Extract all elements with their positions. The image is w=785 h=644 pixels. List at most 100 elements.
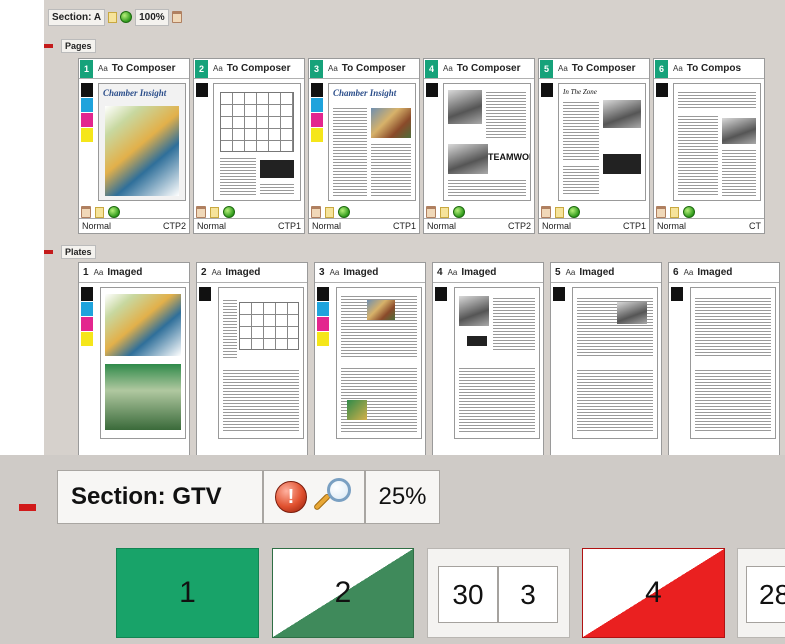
page-tile-half-green[interactable]: 2 [272,548,414,638]
page-mode: Normal [82,221,112,231]
plates-label: Plates [61,245,96,259]
trash-icon[interactable] [311,206,321,218]
plate-card[interactable]: 3 Aa Imaged [314,262,426,455]
page-status: To Composer [456,63,521,74]
page-card[interactable]: 1 Aa To Composer Chamber Insight Normal CTP… [78,58,190,234]
approve-icon[interactable] [108,206,120,218]
page-card[interactable]: 5 Aa To Composer In The Zone Normal CTP1 [538,58,650,234]
text-layer-icon: Aa [443,64,453,73]
plate-number: 4 [437,267,443,278]
page-status: To Composer [226,63,291,74]
tile-cell-left[interactable]: 28 [746,566,785,623]
tile-cell-left[interactable]: 30 [438,566,498,623]
page-number: 2 [195,59,208,78]
page-thumbnail[interactable]: Chamber Insight [98,83,186,201]
plate-card[interactable]: 1 Aa Imaged [78,262,190,455]
tile-cell-right[interactable]: 3 [498,566,558,623]
page-card[interactable]: 2 Aa To Composer Normal CTP1 [193,58,305,234]
approve-icon[interactable] [683,206,695,218]
page-number: 4 [425,59,438,78]
plate-status: Imaged [107,267,143,278]
warning-icon[interactable]: ! [275,481,307,513]
trash-icon[interactable] [196,206,206,218]
approve-icon[interactable] [453,206,465,218]
trash-icon[interactable] [81,206,91,218]
page-thumbnail[interactable]: In The Zone [558,83,646,201]
approve-icon[interactable] [568,206,580,218]
collapse-pages-icon[interactable] [44,44,53,48]
trash-icon[interactable] [541,206,551,218]
page-icon[interactable] [440,206,449,218]
approve-icon[interactable] [338,206,350,218]
pages-group-header[interactable]: Pages [44,38,96,54]
magnifier-icon[interactable] [311,476,353,518]
page-tile-pair-partial[interactable]: 28 [737,548,785,638]
page-tile-green[interactable]: 1 [116,548,259,638]
zoom-level[interactable]: 25% [365,470,440,524]
page-icon[interactable] [325,206,334,218]
approve-icon[interactable] [120,11,133,23]
section-label-a[interactable]: Section: A [48,8,106,26]
section-tiles-panel: Section: GTV ! 25% 1 2 30 3 4 28 [0,455,785,644]
text-layer-icon: Aa [673,64,683,73]
collapse-plates-icon[interactable] [44,250,53,254]
trash-icon[interactable] [171,11,182,23]
page-icon[interactable] [95,206,104,218]
zoom-level[interactable]: 100% [135,8,169,26]
thumbnail-headline: TEAMWORK [488,152,530,162]
section-toolbar: Section: A 100% [48,8,182,26]
plate-card[interactable]: 2 Aa Imaged [196,262,308,455]
text-layer-icon: Aa [683,268,694,277]
plate-thumbnail[interactable] [572,287,658,439]
plate-thumbnail[interactable] [336,287,422,439]
pages-label: Pages [61,39,96,53]
thumbnail-masthead: Chamber Insight [333,88,397,98]
page-thumbnail[interactable]: TEAMWORK [443,83,531,201]
text-layer-icon: Aa [565,268,576,277]
trash-icon[interactable] [656,206,666,218]
page-thumbnail[interactable] [213,83,301,201]
trash-icon[interactable] [426,206,436,218]
page-status: To Composer [111,63,176,74]
page-status: To Compos [686,63,742,74]
page-card[interactable]: 6 Aa To Compos Normal CT [653,58,765,234]
plate-thumbnail[interactable] [100,287,186,439]
text-layer-icon: Aa [447,268,458,277]
plate-card[interactable]: 4 Aa Imaged [432,262,544,455]
page-thumbnail[interactable]: Chamber Insight [328,83,416,201]
approve-icon[interactable] [223,206,235,218]
page-actions [426,206,465,218]
page-tile-half-red[interactable]: 4 [582,548,725,638]
plates-row: 1 Aa Imaged 2 Aa Imaged 3 Aa Imaged 4 Aa… [78,262,785,455]
color-separations [196,83,208,98]
plate-status: Imaged [461,267,497,278]
plates-group-header[interactable]: Plates [44,244,96,260]
page-mode: Normal [657,221,687,231]
text-layer-icon: Aa [328,64,338,73]
tile-label: 4 [645,576,662,609]
page-tile-pair[interactable]: 30 3 [427,548,570,638]
page-card[interactable]: 4 AaTo Composer TEAMWORK Normal CTP2 [423,58,535,234]
page-actions [656,206,695,218]
plate-card[interactable]: 5 Aa Imaged [550,262,662,455]
plate-number: 6 [673,267,679,278]
color-separations [317,287,329,347]
page-icon[interactable] [108,11,118,23]
page-card[interactable]: 3 Aa To Composer Chamber Insight Normal CTP… [308,58,420,234]
thumbnail-masthead: In The Zone [563,88,597,96]
section-title[interactable]: Section: GTV [57,470,263,524]
page-thumbnail[interactable] [673,83,761,201]
page-actions [81,206,120,218]
plate-thumbnail[interactable] [218,287,304,439]
pages-row: 1 Aa To Composer Chamber Insight Normal CTP… [78,58,785,234]
text-layer-icon: Aa [93,268,104,277]
page-icon[interactable] [210,206,219,218]
page-icon[interactable] [670,206,679,218]
plate-thumbnail[interactable] [454,287,540,439]
text-layer-icon: Aa [558,64,568,73]
page-icon[interactable] [555,206,564,218]
collapse-section-icon[interactable] [19,504,36,511]
color-separations [81,83,93,143]
plate-card[interactable]: 6 Aa Imaged [668,262,780,455]
plate-thumbnail[interactable] [690,287,776,439]
